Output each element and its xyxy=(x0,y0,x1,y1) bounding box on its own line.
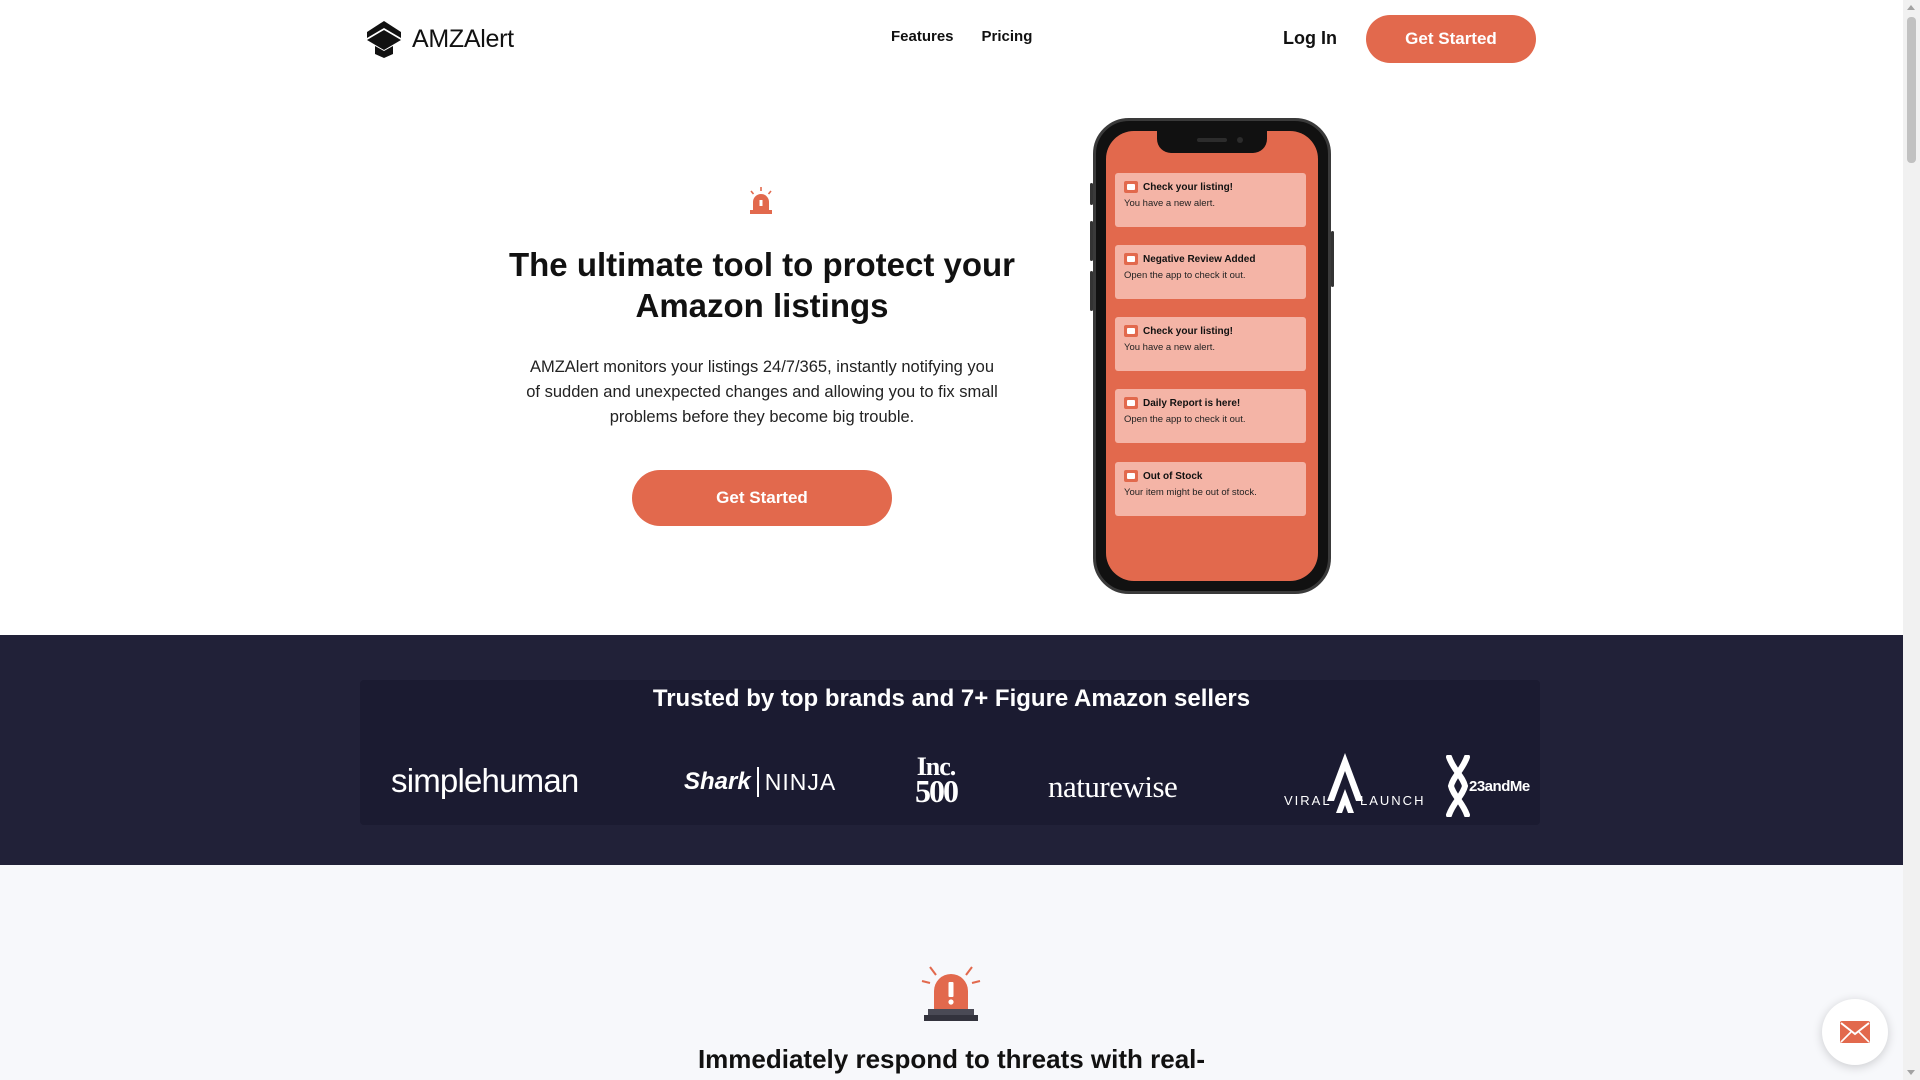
main-nav: Features Pricing xyxy=(891,28,1032,45)
page-scrollbar[interactable] xyxy=(1903,0,1920,1080)
nav-features[interactable]: Features xyxy=(891,28,954,45)
login-link[interactable]: Log In xyxy=(1283,28,1337,49)
notification-card: Negative Review Added Open the app to ch… xyxy=(1115,245,1306,299)
phone-mockup: Check your listing! You have a new alert… xyxy=(1090,118,1334,594)
inc-500-wordmark: 500 xyxy=(915,773,959,809)
logo-mark-icon xyxy=(367,21,401,58)
notification-body: You have a new alert. xyxy=(1124,198,1216,209)
chat-button[interactable] xyxy=(1822,999,1888,1065)
notification-card: Out of Stock Your item might be out of s… xyxy=(1115,462,1306,516)
notification-title: Check your listing! xyxy=(1143,325,1234,337)
simplehuman-logo: simplehuman xyxy=(391,762,579,799)
notification-title: Negative Review Added xyxy=(1143,253,1256,265)
ninja-wordmark: NINJA xyxy=(764,768,837,795)
phone-camera xyxy=(1237,137,1243,143)
app-icon xyxy=(1124,181,1138,193)
23andme-wordmark: 23andMe xyxy=(1469,778,1530,795)
notification-card: Daily Report is here! Open the app to ch… xyxy=(1115,389,1306,443)
viral-launch-mark-icon xyxy=(1327,753,1363,813)
get-started-header-button[interactable]: Get Started xyxy=(1366,15,1536,63)
notification-card: Check your listing! You have a new alert… xyxy=(1115,173,1306,227)
phone-side-button xyxy=(1331,231,1334,287)
notification-title: Out of Stock xyxy=(1143,470,1203,482)
launch-wordmark: LAUNCH xyxy=(1360,793,1426,808)
viral-wordmark: VIRAL xyxy=(1284,793,1332,808)
naturewise-logo: naturewise xyxy=(1048,769,1178,804)
inc500-logo: Inc. 500 xyxy=(915,754,959,809)
sharkninja-logo: Shark NINJA xyxy=(684,767,836,797)
get-started-hero-button[interactable]: Get Started xyxy=(632,470,892,526)
phone-side-button xyxy=(1090,221,1093,261)
notification-title: Check your listing! xyxy=(1143,181,1234,193)
logo-divider xyxy=(756,767,759,797)
phone-side-button xyxy=(1090,271,1093,311)
23andme-logo: 23andMe xyxy=(1443,755,1539,817)
logo[interactable]: AMZAlert xyxy=(366,20,514,58)
app-icon xyxy=(1124,253,1138,265)
phone-screen: Check your listing! You have a new alert… xyxy=(1106,131,1318,581)
viral-launch-logo: VIRAL LAUNCH xyxy=(1284,751,1423,823)
scroll-up-icon[interactable] xyxy=(1907,5,1915,10)
alarm-siren-icon xyxy=(750,187,772,214)
alarm-siren-icon xyxy=(921,966,981,1021)
notification-card: Check your listing! You have a new alert… xyxy=(1115,317,1306,371)
logo-text: AMZAlert xyxy=(412,24,514,53)
notification-body: Open the app to check it out. xyxy=(1124,414,1246,425)
notification-title: Daily Report is here! xyxy=(1143,397,1241,409)
hero-title: The ultimate tool to protect your Amazon… xyxy=(508,246,1015,324)
site-header: AMZAlert Features Pricing Log In Get Sta… xyxy=(0,0,1903,78)
brands-title: Trusted by top brands and 7+ Figure Amaz… xyxy=(652,685,1251,712)
notification-body: You have a new alert. xyxy=(1124,342,1216,353)
phone-speaker xyxy=(1197,138,1227,142)
app-icon xyxy=(1124,470,1138,482)
scrollbar-thumb[interactable] xyxy=(1907,17,1916,163)
scroll-down-icon[interactable] xyxy=(1907,1070,1915,1075)
nav-pricing[interactable]: Pricing xyxy=(982,28,1033,45)
app-icon xyxy=(1124,325,1138,337)
hero-subtitle: AMZAlert monitors your listings 24/7/365… xyxy=(526,358,998,426)
shark-wordmark: Shark xyxy=(684,768,751,795)
features-heading: Immediately respond to threats with real… xyxy=(697,1044,1206,1074)
trusted-brands-section: Trusted by top brands and 7+ Figure Amaz… xyxy=(0,635,1903,865)
phone-side-button xyxy=(1090,183,1093,205)
notification-body: Open the app to check it out. xyxy=(1124,270,1246,281)
envelope-icon xyxy=(1840,1021,1870,1043)
phone-notch xyxy=(1157,131,1267,153)
app-icon xyxy=(1124,397,1138,409)
notification-body: Your item might be out of stock. xyxy=(1124,487,1257,498)
